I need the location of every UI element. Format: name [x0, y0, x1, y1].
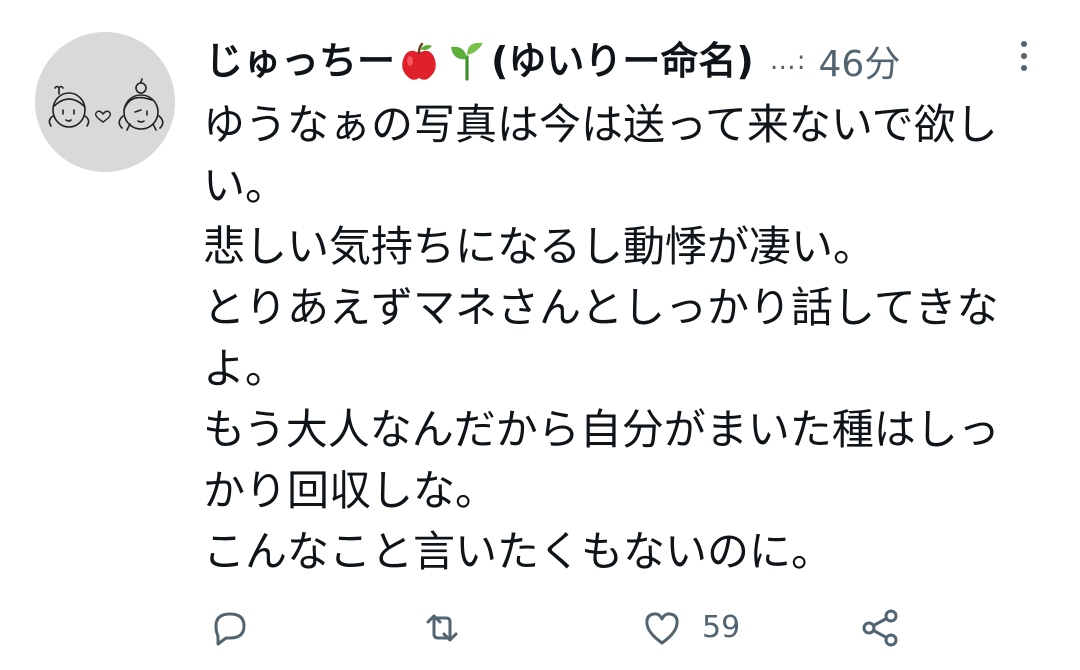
- author-name-part1: じゅっちー: [205, 39, 396, 83]
- tweet-header: じゅっちー (ゆいりー命名) …: 46分: [205, 30, 1045, 92]
- tweet-text-line: よ。: [203, 344, 288, 393]
- heart-icon: [640, 606, 684, 650]
- tweet-text-line: ゆうなぁの写真は今は送って来ないで欲し: [203, 100, 998, 149]
- tweet[interactable]: じゅっちー (ゆいりー命名) …: 46分 ゆうなぁの写真は今は送って来ないで欲…: [0, 0, 1080, 670]
- like-count: 59: [702, 610, 741, 645]
- tweet-text-line: 悲しい気持ちになるし動悸が凄い。: [203, 222, 876, 271]
- reply-button[interactable]: [208, 600, 252, 655]
- author-name-part2: (ゆいりー命名): [491, 39, 754, 83]
- share-icon: [858, 606, 902, 650]
- truncation-dots: …:: [769, 46, 807, 76]
- timestamp[interactable]: 46分: [819, 35, 901, 87]
- avatar[interactable]: [35, 32, 175, 172]
- tweet-text: ゆうなぁの写真は今は送って来ないで欲し い。 悲しい気持ちになるし動悸が凄い。 …: [203, 94, 1053, 582]
- apple-emoji: [397, 39, 441, 83]
- more-options-icon[interactable]: [1016, 38, 1032, 74]
- retweet-icon: [420, 606, 464, 650]
- tweet-text-line: こんなこと言いたくもないのに。: [203, 527, 834, 576]
- tweet-text-line: い。: [203, 161, 288, 210]
- author-name[interactable]: じゅっちー (ゆいりー命名): [205, 30, 754, 92]
- retweet-button[interactable]: [420, 600, 464, 655]
- reply-icon: [208, 606, 252, 650]
- tweet-text-line: とりあえずマネさんとしっかり話してきな: [203, 283, 999, 332]
- share-button[interactable]: [858, 600, 902, 655]
- tweet-text-line: もう大人なんだから自分がまいた種はしっ: [203, 405, 1000, 454]
- avatar-drawing: [35, 32, 175, 172]
- tweet-actions: 59: [0, 600, 1080, 655]
- seedling-emoji: [445, 39, 489, 83]
- like-button[interactable]: 59: [640, 600, 740, 655]
- tweet-text-line: かり回収しな。: [203, 466, 498, 515]
